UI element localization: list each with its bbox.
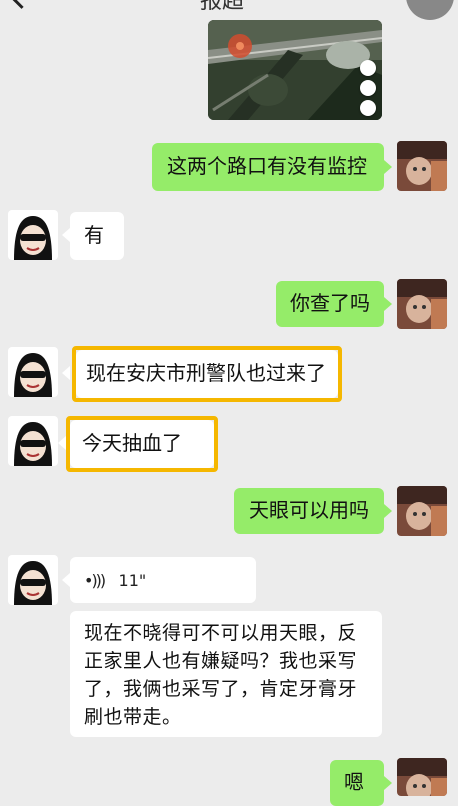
message-text: 这两个路口有没有监控 [167,154,367,178]
more-options-button[interactable] [406,0,454,20]
message-bubble-incoming[interactable]: 今天抽血了 [70,420,214,468]
message-bubble-outgoing[interactable]: 天眼可以用吗 [234,488,384,534]
avatar-contact[interactable] [8,416,58,466]
message-text: 嗯 [344,770,364,794]
message-bubble-outgoing[interactable]: 嗯 [330,760,384,806]
map-location-image[interactable] [208,20,382,120]
voice-duration: 11" [118,571,147,590]
message-text: 现在安庆市刑警队也过来了 [86,361,326,385]
bubble-tail [62,366,70,380]
avatar-self[interactable] [397,279,447,329]
avatar-contact[interactable] [8,555,58,605]
bubble-tail [62,573,70,587]
map-zoom-out-icon[interactable] [360,80,376,96]
map-zoom-in-icon[interactable] [360,60,376,76]
message-text: 现在不晓得可不可以用天眼，反正家里人也有嫌疑吗？我也采写了，我俩也采写了，肯定牙… [84,622,358,728]
message-bubble-incoming[interactable]: 现在安庆市刑警队也过来了 [76,350,338,398]
bubble-tail [58,436,66,450]
chat-title: 报超 [200,0,245,14]
voice-wave-icon: •))) [84,571,106,590]
message-text: 天眼可以用吗 [249,498,369,522]
bubble-tail [384,297,392,311]
voice-message-bubble[interactable]: •))) 11" [70,557,256,603]
message-bubble-incoming[interactable]: 有 [70,212,124,260]
message-bubble-outgoing[interactable]: 你查了吗 [276,281,384,327]
bubble-tail [62,228,70,242]
avatar-contact[interactable] [8,347,58,397]
message-text: 今天抽血了 [82,431,182,455]
message-text: 有 [84,223,104,247]
bubble-tail [384,504,392,518]
bubble-tail [384,776,392,790]
bubble-tail [384,160,392,174]
message-bubble-outgoing[interactable]: 这两个路口有没有监控 [152,143,384,191]
message-bubble-incoming[interactable]: 现在不晓得可不可以用天眼，反正家里人也有嫌疑吗？我也采写了，我俩也采写了，肯定牙… [70,611,382,737]
back-chevron-icon[interactable] [8,0,35,9]
avatar-self[interactable] [397,486,447,536]
avatar-contact[interactable] [8,210,58,260]
message-text: 你查了吗 [290,291,370,315]
map-locate-icon[interactable] [360,100,376,116]
avatar-self[interactable] [397,758,447,796]
avatar-self[interactable] [397,141,447,191]
